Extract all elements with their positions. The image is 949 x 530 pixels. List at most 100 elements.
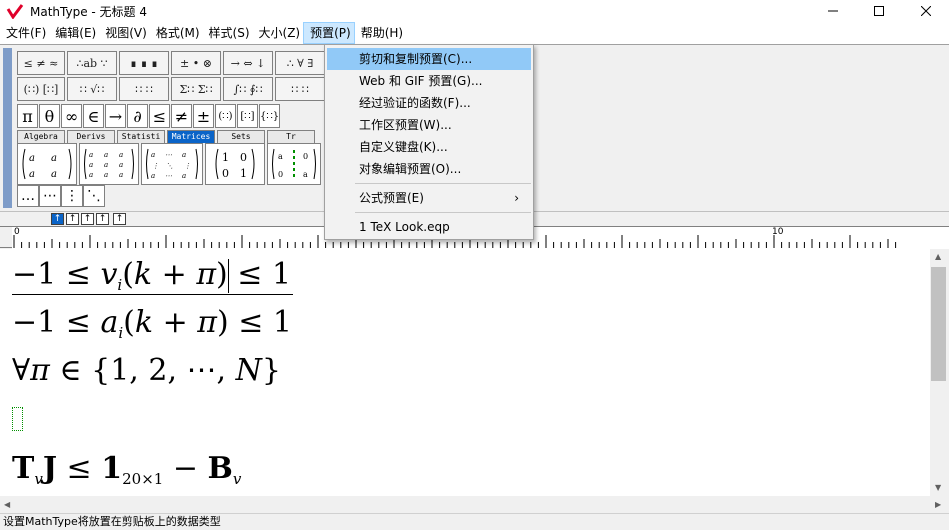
- symbol-neq-button[interactable]: ≠: [171, 104, 192, 128]
- toolbar-grip-handle[interactable]: [3, 48, 12, 208]
- symbol-pi-button[interactable]: π: [17, 104, 38, 128]
- symbol-element-of-button[interactable]: ∈: [83, 104, 104, 128]
- menu-format[interactable]: 格式(M): [150, 22, 203, 44]
- align-left-tab-button[interactable]: ↑: [51, 213, 64, 225]
- maximize-button[interactable]: [856, 0, 902, 22]
- svg-text:a: a: [104, 151, 108, 159]
- palette-spaces-button[interactable]: ∴ab ∵: [67, 51, 117, 75]
- ellipsis-baseline-button[interactable]: …: [17, 185, 39, 207]
- scroll-left-icon[interactable]: ◀: [4, 500, 10, 509]
- menu-item-equation-preferences[interactable]: 公式预置(E) ›: [327, 187, 531, 209]
- horizontal-scrollbar[interactable]: ◀ ▶: [0, 496, 949, 513]
- equation-line-5[interactable]: TvJ ≤ 120×1 − Bv: [12, 451, 241, 488]
- menu-item-web-gif-preferences[interactable]: Web 和 GIF 预置(G)...: [327, 70, 531, 92]
- menu-item-cut-copy-preferences[interactable]: 剪切和复制预置(C)...: [327, 48, 531, 70]
- svg-text:a: a: [29, 153, 35, 164]
- menu-item-workspace-preferences[interactable]: 工作区预置(W)...: [327, 114, 531, 136]
- align-relational-tab-button[interactable]: ↑: [96, 213, 109, 225]
- equation-line-3[interactable]: ∀π ∈ {1, 2, ⋯, N}: [12, 353, 281, 388]
- chevron-right-icon: ›: [514, 191, 519, 205]
- menu-item-recognized-functions[interactable]: 经过验证的函数(F)...: [327, 92, 531, 114]
- palette-integrals-button[interactable]: ∫∷ ∮∷: [223, 77, 273, 101]
- menu-item-object-editing-preferences[interactable]: 对象编辑预置(O)...: [327, 158, 531, 180]
- empty-equation-slot[interactable]: [12, 407, 23, 431]
- symbol-theta-button[interactable]: θ: [39, 104, 60, 128]
- menu-edit[interactable]: 编辑(E): [49, 22, 99, 44]
- minimize-icon: [828, 10, 838, 12]
- tab-sets[interactable]: Sets: [217, 130, 265, 143]
- tab-derivs[interactable]: Derivs: [67, 130, 115, 143]
- equation-editor-area[interactable]: −1 ≤ vi(k + π) ≤ 1 −1 ≤ ai(k + π) ≤ 1 ∀π…: [0, 249, 930, 496]
- palette-fences-button[interactable]: (∷) [∷]: [17, 77, 65, 101]
- svg-text:0: 0: [222, 167, 229, 180]
- scroll-right-icon[interactable]: ▶: [935, 500, 941, 509]
- svg-text:a: a: [89, 171, 93, 179]
- maximize-icon: [874, 6, 884, 16]
- palette-tabs: Algebra Derivs Statisti Matrices Sets Tr: [17, 130, 317, 143]
- palette-logic-button[interactable]: ∴ ∀ ∃: [275, 51, 325, 75]
- matrix-2x2-template-button[interactable]: aaaa: [17, 143, 77, 185]
- palette-fractions-button[interactable]: ∷ √∷: [67, 77, 117, 101]
- mathtype-window: MathType - 无标题 4 文件(F) 编辑(E) 视图(V) 格式(M)…: [0, 0, 949, 530]
- tab-statistics[interactable]: Statisti: [117, 130, 165, 143]
- scroll-up-icon[interactable]: ▲: [935, 252, 941, 261]
- palette-bars-button[interactable]: ∷ ∷: [275, 77, 325, 101]
- close-button[interactable]: [903, 0, 949, 22]
- vertical-scrollbar[interactable]: ▲ ▼: [930, 249, 949, 496]
- palette-operators-button[interactable]: ± • ⊗: [171, 51, 221, 75]
- svg-text:a: a: [29, 169, 35, 180]
- svg-text:0: 0: [240, 151, 247, 164]
- tab-algebra[interactable]: Algebra: [17, 130, 65, 143]
- align-center-tab-button[interactable]: ↑: [66, 213, 79, 225]
- menu-file[interactable]: 文件(F): [0, 22, 49, 44]
- svg-text:⋱: ⋱: [166, 162, 173, 170]
- menu-help[interactable]: 帮助(H): [355, 22, 406, 44]
- insertion-cursor: [228, 259, 229, 293]
- ellipsis-templates: … ⋯ ⋮ ⋱: [17, 185, 105, 207]
- symbol-infinity-button[interactable]: ∞: [61, 104, 82, 128]
- minimize-button[interactable]: [810, 0, 856, 22]
- ellipsis-midline-button[interactable]: ⋯: [39, 185, 61, 207]
- equation-line-2[interactable]: −1 ≤ ai(k + π) ≤ 1: [12, 305, 292, 342]
- palette-row-templates: (∷) [∷] ∷ √∷ ∷ ∷ Σ∷ Σ∷ ∫∷ ∮∷ ∷ ∷: [17, 77, 327, 101]
- equation-line-1[interactable]: −1 ≤ vi(k + π) ≤ 1: [12, 257, 294, 295]
- svg-text:a: a: [151, 172, 155, 180]
- tab-matrices[interactable]: Matrices: [167, 130, 215, 143]
- preferences-dropdown-menu: 剪切和复制预置(C)... Web 和 GIF 预置(G)... 经过验证的函数…: [324, 44, 534, 240]
- symbol-parens-button[interactable]: (∷): [215, 104, 236, 128]
- align-decimal-tab-button[interactable]: ↑: [113, 213, 126, 225]
- vertical-scroll-thumb[interactable]: [931, 267, 946, 381]
- menu-item-equation-preferences-label: 公式预置(E): [359, 191, 424, 205]
- symbol-partial-button[interactable]: ∂: [127, 104, 148, 128]
- partitioned-matrix-template-button[interactable]: a 0 0 a: [267, 143, 321, 185]
- matrix-mxn-template-button[interactable]: a ⋯ a ⋮ ⋱ ⋮ a ⋯ a: [141, 143, 203, 185]
- ellipsis-diagonal-button[interactable]: ⋱: [83, 185, 105, 207]
- align-right-tab-button[interactable]: ↑: [81, 213, 94, 225]
- matrix-3x3-template-button[interactable]: aaaaaaaaa: [79, 143, 139, 185]
- menu-preferences[interactable]: 预置(P): [303, 22, 355, 44]
- identity-matrix-template-button[interactable]: 1001: [205, 143, 265, 185]
- palette-relations-button[interactable]: ≤ ≠ ≈: [17, 51, 65, 75]
- symbol-arrow-button[interactable]: →: [105, 104, 126, 128]
- svg-text:a: a: [89, 161, 93, 169]
- palette-scripts-button[interactable]: ∷ ∷: [119, 77, 169, 101]
- symbol-plusminus-button[interactable]: ±: [193, 104, 214, 128]
- menu-view[interactable]: 视图(V): [99, 22, 150, 44]
- menu-item-customize-keyboard[interactable]: 自定义键盘(K)...: [327, 136, 531, 158]
- menu-style[interactable]: 样式(S): [203, 22, 253, 44]
- symbol-leq-button[interactable]: ≤: [149, 104, 170, 128]
- menu-size[interactable]: 大小(Z): [253, 22, 304, 44]
- palette-embellish-button[interactable]: ∎ ∎ ∎: [119, 51, 169, 75]
- symbol-braces-button[interactable]: {∷}: [259, 104, 281, 128]
- palette-sums-button[interactable]: Σ∷ Σ∷: [171, 77, 221, 101]
- scroll-down-icon[interactable]: ▼: [935, 483, 941, 492]
- ellipsis-vertical-button[interactable]: ⋮: [61, 185, 83, 207]
- palette-arrows-button[interactable]: → ⇔ ↓: [223, 51, 273, 75]
- svg-text:a: a: [182, 172, 186, 180]
- symbol-brackets-button[interactable]: [∷]: [237, 104, 258, 128]
- partitioned-matrix-icon: a 0 0 a: [272, 148, 316, 180]
- menu-item-recent-tex-look[interactable]: 1 TeX Look.eqp: [327, 216, 531, 238]
- tab-trig[interactable]: Tr: [267, 130, 315, 143]
- window-title: MathType - 无标题 4: [30, 5, 147, 19]
- svg-text:a: a: [278, 152, 283, 161]
